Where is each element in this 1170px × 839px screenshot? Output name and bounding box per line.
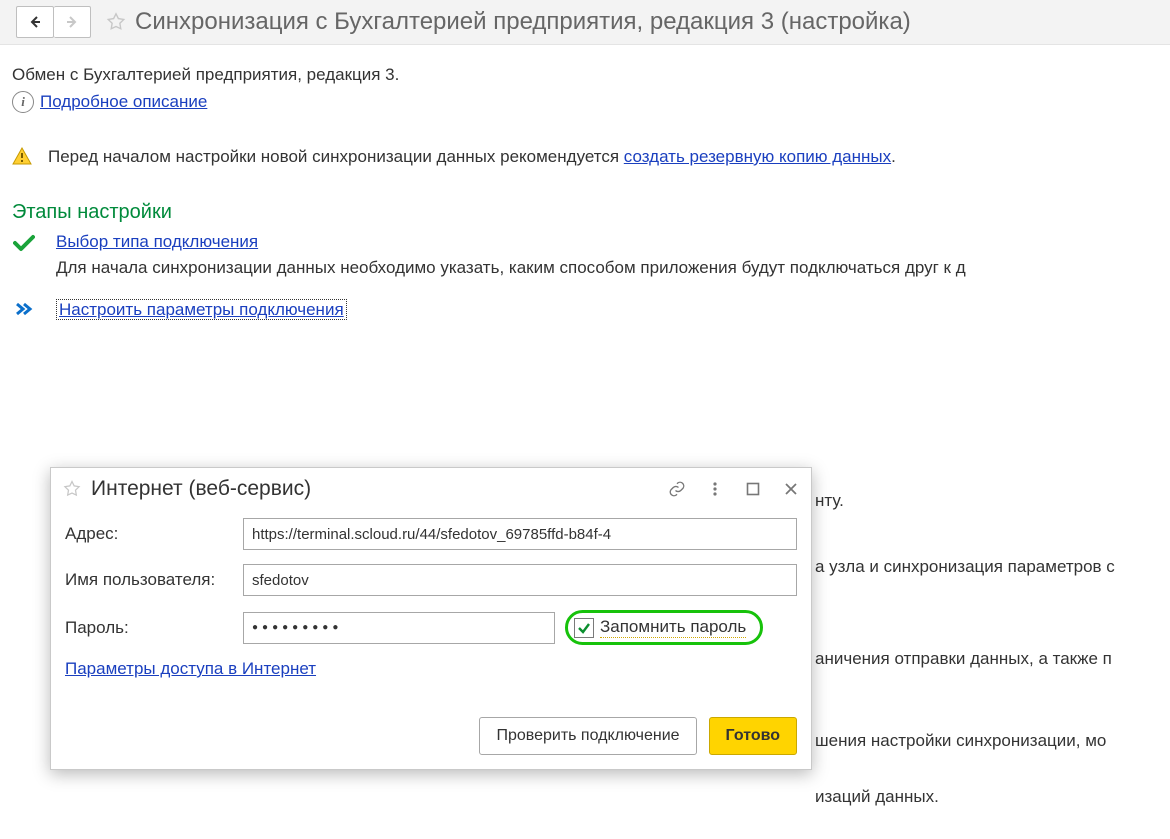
page-title: Синхронизация с Бухгалтерией предприятия…: [135, 8, 911, 36]
password-wrap: Запомнить пароль: [243, 610, 797, 645]
arrow-left-icon: [28, 15, 42, 29]
dialog-controls: [667, 479, 801, 499]
stage-1: Выбор типа подключения Для начала синхро…: [12, 232, 1158, 278]
nav-back-button[interactable]: [16, 6, 54, 38]
arrow-right-icon: [65, 15, 79, 29]
check-icon: [577, 621, 591, 635]
bg-text-1: нту.: [815, 491, 844, 511]
star-icon: [62, 479, 82, 499]
dialog-header: Интернет (веб-сервис): [51, 468, 811, 506]
password-label: Пароль:: [65, 618, 243, 638]
username-label: Имя пользователя:: [65, 570, 243, 590]
stage-1-desc: Для начала синхронизации данных необходи…: [56, 258, 1158, 278]
address-input[interactable]: [243, 518, 797, 550]
dialog-favorite-icon[interactable]: [59, 476, 85, 502]
remember-password-label: Запомнить пароль: [600, 617, 746, 638]
subtitle: Обмен с Бухгалтерией предприятия, редакц…: [12, 65, 1158, 85]
body: Обмен с Бухгалтерией предприятия, редакц…: [0, 45, 1170, 320]
stage-1-body: Выбор типа подключения Для начала синхро…: [56, 232, 1158, 278]
warning-pre: Перед началом настройки новой синхрониза…: [48, 147, 624, 166]
bg-text-3: аничения отправки данных, а также п: [815, 649, 1112, 669]
bg-text-4: шения настройки синхронизации, мо: [815, 731, 1106, 751]
remember-password-group: Запомнить пароль: [565, 610, 763, 645]
username-row: Имя пользователя:: [65, 564, 797, 596]
current-step-icon: [12, 302, 36, 316]
header-bar: Синхронизация с Бухгалтерией предприятия…: [0, 0, 1170, 45]
maximize-icon[interactable]: [743, 479, 763, 499]
done-button[interactable]: Готово: [709, 717, 797, 755]
stage-2-body: Настроить параметры подключения: [56, 300, 1158, 320]
dialog-footer: Проверить подключение Готово: [51, 693, 811, 769]
test-connection-button[interactable]: Проверить подключение: [479, 717, 696, 755]
nav-forward-button[interactable]: [54, 6, 91, 38]
star-icon: [105, 11, 127, 33]
warning-text: Перед началом настройки новой синхрониза…: [48, 147, 896, 167]
favorite-star-icon[interactable]: [103, 9, 129, 35]
dialog-form: Адрес: Имя пользователя: Пароль: Запомни…: [51, 506, 811, 693]
stage-1-link[interactable]: Выбор типа подключения: [56, 232, 258, 251]
dialog-title: Интернет (веб-сервис): [91, 477, 667, 501]
info-icon: i: [12, 91, 34, 113]
close-icon[interactable]: [781, 479, 801, 499]
more-icon[interactable]: [705, 479, 725, 499]
remember-password-checkbox[interactable]: [574, 618, 594, 638]
internet-access-params-link[interactable]: Параметры доступа в Интернет: [65, 659, 316, 678]
password-input[interactable]: [243, 612, 555, 644]
backup-link[interactable]: создать резервную копию данных: [624, 147, 891, 166]
password-row: Пароль: Запомнить пароль: [65, 610, 797, 645]
warning-post: .: [891, 147, 896, 166]
bg-text-2: а узла и синхронизация параметров с: [815, 557, 1115, 577]
bg-text-5: изаций данных.: [815, 787, 939, 807]
details-link[interactable]: Подробное описание: [40, 92, 207, 112]
stage-2: Настроить параметры подключения: [12, 300, 1158, 320]
link-icon[interactable]: [667, 479, 687, 499]
access-params-row: Параметры доступа в Интернет: [65, 659, 797, 679]
nav-buttons: [16, 6, 91, 38]
check-icon: [12, 234, 36, 252]
username-input[interactable]: [243, 564, 797, 596]
warning-row: Перед началом настройки новой синхрониза…: [12, 147, 1158, 167]
warning-icon: [12, 147, 32, 165]
connection-dialog: Интернет (веб-сервис) Адрес: Имя пользов…: [50, 467, 812, 770]
address-row: Адрес:: [65, 518, 797, 550]
address-label: Адрес:: [65, 524, 243, 544]
stages-title: Этапы настройки: [12, 201, 1158, 224]
stage-2-link[interactable]: Настроить параметры подключения: [56, 299, 347, 320]
details-row: i Подробное описание: [12, 91, 1158, 113]
